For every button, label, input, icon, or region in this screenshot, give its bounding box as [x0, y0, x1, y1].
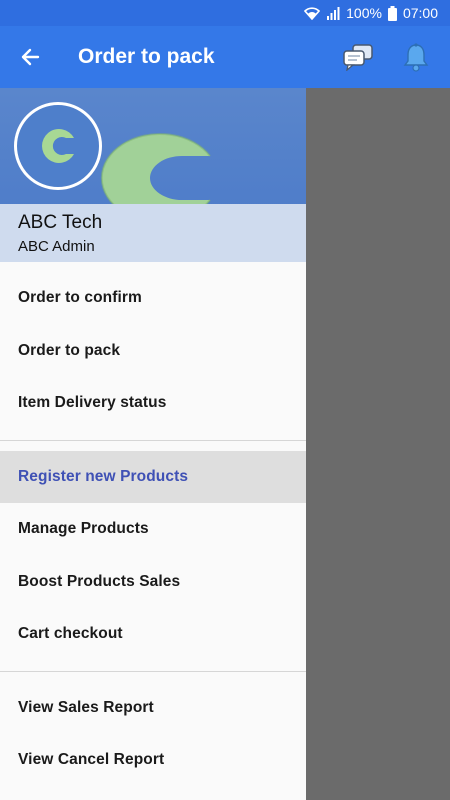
- page-title: Order to pack: [78, 45, 215, 68]
- battery-percent: 100%: [346, 5, 382, 21]
- navigation-drawer: ABC Tech ABC Admin Order to confirm Orde…: [0, 88, 306, 800]
- menu-group-products: Register new Products Manage Products Bo…: [0, 450, 306, 661]
- menu-item-cart-checkout[interactable]: Cart checkout: [0, 608, 306, 661]
- avatar[interactable]: [14, 102, 102, 190]
- bell-icon: [403, 43, 429, 72]
- menu-item-manage-products[interactable]: Manage Products: [0, 503, 306, 556]
- battery-icon: [387, 5, 397, 21]
- chat-button[interactable]: [334, 33, 382, 81]
- drawer-header: ABC Tech ABC Admin: [0, 88, 306, 262]
- status-bar: 100% 07:00: [0, 0, 450, 26]
- menu-group-reports: View Sales Report View Cancel Report: [0, 682, 306, 787]
- menu-item-register-new-products[interactable]: Register new Products: [0, 450, 306, 503]
- clock: 07:00: [402, 5, 438, 21]
- menu-item-view-cancel-report[interactable]: View Cancel Report: [0, 734, 306, 787]
- signal-icon: [326, 6, 340, 20]
- menu-item-view-sales-report[interactable]: View Sales Report: [0, 682, 306, 735]
- menu-item-order-to-confirm[interactable]: Order to confirm: [0, 272, 306, 325]
- app-bar: Order to pack: [0, 26, 450, 88]
- avatar-logo-icon: [42, 129, 74, 163]
- menu-item-item-delivery-status[interactable]: Item Delivery status: [0, 377, 306, 430]
- chat-icon: [343, 44, 373, 71]
- account-info[interactable]: ABC Tech ABC Admin: [0, 204, 306, 262]
- account-name: ABC Tech: [18, 212, 103, 233]
- account-role: ABC Admin: [18, 238, 95, 255]
- wifi-icon: [304, 6, 321, 20]
- back-arrow-icon: [21, 48, 40, 66]
- back-button[interactable]: [0, 26, 60, 88]
- notifications-button[interactable]: [392, 33, 440, 81]
- menu-item-order-to-pack[interactable]: Order to pack: [0, 325, 306, 378]
- menu-item-boost-products-sales[interactable]: Boost Products Sales: [0, 556, 306, 609]
- menu-group-orders: Order to confirm Order to pack Item Deli…: [0, 262, 306, 430]
- drawer-scrim[interactable]: [306, 88, 450, 800]
